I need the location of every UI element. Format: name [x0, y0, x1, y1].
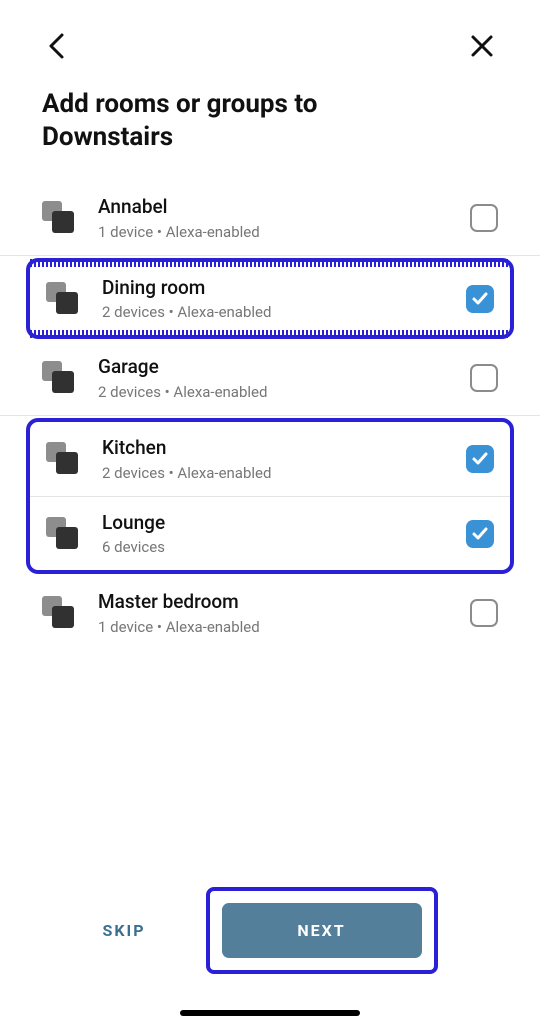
room-checkbox[interactable]	[466, 520, 494, 548]
next-button[interactable]: NEXT	[222, 903, 422, 958]
room-checkbox[interactable]	[470, 599, 498, 627]
page-title: Add rooms or groups to Downstairs	[0, 60, 540, 153]
room-name: Lounge	[102, 511, 466, 536]
group-icon	[46, 517, 80, 551]
group-icon	[46, 282, 80, 316]
close-button[interactable]	[470, 34, 494, 58]
group-icon	[42, 596, 76, 630]
skip-button[interactable]: SKIP	[102, 921, 145, 940]
room-row-garage[interactable]: Garage 2 devices • Alexa-enabled	[0, 341, 540, 416]
room-row-kitchen[interactable]: Kitchen 2 devices • Alexa-enabled	[30, 422, 510, 497]
home-indicator	[180, 1010, 360, 1016]
room-checkbox[interactable]	[466, 445, 494, 473]
next-button-highlight: NEXT	[206, 887, 438, 974]
room-subtitle: 6 devices	[102, 538, 466, 556]
group-icon	[42, 201, 76, 235]
room-row-lounge[interactable]: Lounge 6 devices	[30, 497, 510, 571]
room-subtitle: 2 devices • Alexa-enabled	[102, 464, 466, 482]
room-row-dining-room[interactable]: Dining room 2 devices • Alexa-enabled	[30, 262, 510, 336]
back-button[interactable]	[46, 32, 68, 60]
room-checkbox[interactable]	[470, 364, 498, 392]
room-checkbox[interactable]	[466, 285, 494, 313]
room-row-master-bedroom[interactable]: Master bedroom 1 device • Alexa-enabled	[0, 576, 540, 650]
room-list: Annabel 1 device • Alexa-enabled Dining …	[0, 181, 540, 650]
room-subtitle: 2 devices • Alexa-enabled	[102, 303, 466, 321]
room-name: Master bedroom	[98, 590, 470, 615]
page-title-line1: Add rooms or groups to	[42, 89, 317, 119]
group-icon	[46, 442, 80, 476]
room-subtitle: 2 devices • Alexa-enabled	[98, 383, 470, 401]
room-name: Annabel	[98, 195, 470, 220]
room-row-annabel[interactable]: Annabel 1 device • Alexa-enabled	[0, 181, 540, 256]
room-name: Dining room	[102, 276, 466, 301]
room-subtitle: 1 device • Alexa-enabled	[98, 223, 470, 241]
room-name: Garage	[98, 355, 470, 380]
room-checkbox[interactable]	[470, 204, 498, 232]
group-icon	[42, 361, 76, 395]
page-title-line2: Downstairs	[42, 122, 173, 152]
room-name: Kitchen	[102, 436, 466, 461]
room-subtitle: 1 device • Alexa-enabled	[98, 618, 470, 636]
